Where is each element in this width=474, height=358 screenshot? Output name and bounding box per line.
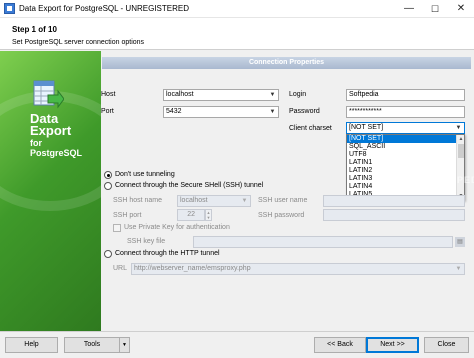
tools-button[interactable]: Tools ▼ [64,337,130,353]
wizard-footer: Help Tools ▼ << Back Next >> Close [0,331,474,358]
ssh-host-value: localhost [180,197,208,204]
banner-title: Data Export [30,112,100,138]
host-value: localhost [166,91,194,98]
no-tunnel-radio[interactable] [104,171,112,179]
wizard-header: Step 1 of 10 Set PostgreSQL server conne… [0,18,474,50]
password-label: Password [289,108,320,115]
step-indicator: Step 1 of 10 [12,25,57,34]
port-label: Port [101,108,114,115]
url-label: URL [113,265,128,272]
ssh-password-field[interactable] [323,209,465,221]
minimize-button[interactable]: — [396,0,422,18]
ssh-tunnel-label: Connect through the Secure SHell (SSH) t… [115,182,264,189]
tools-label: Tools [83,341,101,348]
database-export-icon [33,80,64,109]
chevron-down-icon[interactable]: ▼ [268,90,277,100]
charset-option[interactable]: LATIN2 [347,167,457,175]
banner-title-line2: Export [30,123,72,138]
sidebar-banner: Data Export for PostgreSQL [0,51,101,331]
main-panel: Connection Properties Host localhost ▼ P… [101,51,474,331]
chevron-down-icon[interactable]: ▼ [240,196,249,206]
charset-option[interactable]: UTF8 [347,151,457,159]
app-icon [4,3,15,14]
http-tunnel-label: Connect through the HTTP tunnel [115,250,220,257]
no-tunnel-label: Don't use tunneling [115,171,175,178]
client-charset-label: Client charset [289,125,332,132]
next-button[interactable]: Next >> [366,337,419,353]
back-button[interactable]: << Back [314,337,366,353]
port-value: 5432 [166,108,182,115]
client-charset-value: [NOT SET] [349,124,384,131]
close-button[interactable]: Close [424,337,469,353]
host-label: Host [101,91,116,98]
private-key-label: Use Private Key for authentication [124,224,230,231]
maximize-button[interactable]: ☐ [422,0,448,18]
scroll-thumb[interactable] [458,144,464,158]
ssh-key-file-label: SSH key file [127,238,166,245]
folder-browse-icon[interactable]: ▤ [455,237,465,247]
chevron-down-icon[interactable]: ▼ [454,123,463,133]
url-combobox[interactable]: http://webserver_name/emsproxy.php ▼ [131,263,465,275]
chevron-down-icon[interactable]: ▼ [454,264,463,274]
app-window: Data Export for PostgreSQL - UNREGISTERE… [0,0,474,358]
charset-option[interactable]: [NOT SET] [347,135,457,143]
banner-subtitle-line2: PostgreSQL [30,148,83,158]
window-title: Data Export for PostgreSQL - UNREGISTERE… [19,4,189,13]
close-window-button[interactable]: ✕ [448,0,474,18]
ssh-user-label: SSH user name [258,197,308,204]
password-field[interactable]: ************ [346,106,465,118]
step-description: Set PostgreSQL server connection options [12,39,145,46]
login-field[interactable]: Softpedia [346,89,465,101]
charset-option[interactable]: LATIN1 [347,159,457,167]
connection-properties-header: Connection Properties [102,57,471,69]
url-value: http://webserver_name/emsproxy.php [134,265,251,272]
banner-subtitle-line1: for [30,138,42,148]
private-key-checkbox[interactable] [113,224,121,232]
ssh-user-field[interactable] [323,195,465,207]
login-label: Login [289,91,307,98]
ssh-tunnel-radio[interactable] [104,182,112,190]
ssh-port-label: SSH port [113,212,142,219]
charset-dropdown-list[interactable]: [NOT SET] SQL_ASCII UTF8 LATIN1 LATIN2 L… [346,134,465,201]
title-bar: Data Export for PostgreSQL - UNREGISTERE… [0,0,474,18]
ssh-key-file-field[interactable] [193,236,453,248]
http-tunnel-radio[interactable] [104,250,112,258]
scroll-up-icon[interactable]: ▲ [457,135,465,143]
softpedia-watermark: SOFTPEDIA [429,175,474,185]
port-combobox[interactable]: 5432 ▼ [163,106,279,118]
help-button[interactable]: Help [5,337,58,353]
chevron-down-icon[interactable]: ▼ [268,107,277,117]
ssh-port-spinner[interactable]: ▲ ▼ [205,209,212,221]
ssh-host-combobox[interactable]: localhost ▼ [177,195,251,207]
ssh-password-label: SSH password [258,212,305,219]
ssh-host-label: SSH host name [113,197,163,204]
client-charset-select[interactable]: [NOT SET] ▼ [346,122,465,134]
chevron-down-icon[interactable]: ▼ [119,338,129,352]
banner-subtitle: for PostgreSQL [30,138,82,158]
ssh-port-field[interactable]: 22 [177,209,205,221]
charset-option[interactable]: SQL_ASCII [347,143,457,151]
host-combobox[interactable]: localhost ▼ [163,89,279,101]
charset-list-scrollbar[interactable]: ▲ ▼ [456,135,464,200]
